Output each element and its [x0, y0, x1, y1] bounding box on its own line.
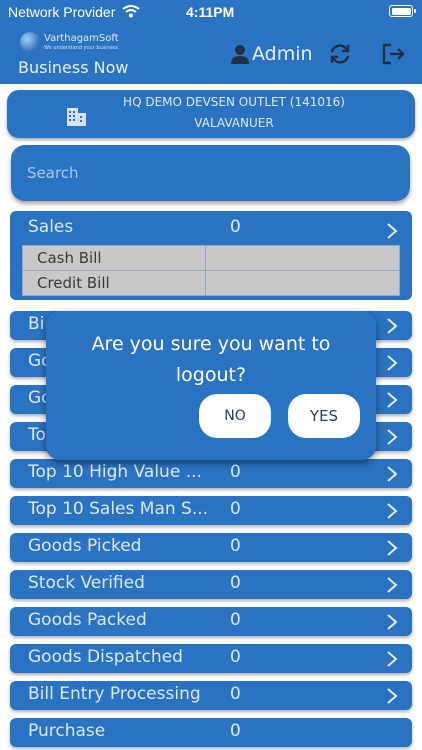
yes-button[interactable]: YES: [288, 394, 360, 438]
outlet-selector[interactable]: HQ DEMO DEVSEN OUTLET (141016) VALAVANUE…: [7, 90, 415, 138]
chevron-right-icon: [387, 540, 398, 556]
outlet-location: VALAVANUER: [194, 116, 274, 130]
battery-icon: [389, 5, 416, 17]
report-count: 0: [230, 721, 241, 741]
no-button[interactable]: NO: [199, 394, 271, 438]
sales-breakdown-table: Cash Bill Credit Bill: [22, 245, 400, 296]
table-cell-label: Credit Bill: [22, 270, 206, 296]
logout-dialog: Are you sure you want to logout? NO YES: [46, 311, 376, 460]
sales-label: Sales: [28, 217, 74, 237]
report-row-goods-picked[interactable]: Goods Picked 0: [10, 533, 412, 562]
chevron-right-icon: [387, 318, 398, 334]
report-row-top-10-sales-man[interactable]: Top 10 Sales Man S... 0: [10, 496, 412, 525]
brand-name: VarthagamSoft: [44, 33, 119, 44]
logout-icon[interactable]: [381, 42, 405, 66]
user-icon: [231, 45, 249, 64]
carrier-name: Network Provider: [8, 4, 116, 20]
report-count: 0: [230, 499, 241, 519]
report-label: Top 10 Sales Man S...: [28, 499, 209, 519]
report-count: 0: [230, 684, 241, 704]
search-input[interactable]: [11, 145, 410, 201]
report-count: 0: [230, 462, 241, 482]
report-count: 0: [230, 610, 241, 630]
sales-count: 0: [230, 217, 241, 237]
table-cell-value: [205, 245, 400, 271]
sales-card[interactable]: Sales 0 Cash Bill Credit Bill: [10, 211, 412, 300]
report-count: 0: [230, 573, 241, 593]
report-count: 0: [230, 647, 241, 667]
report-label: Goods Packed: [28, 610, 147, 630]
chevron-right-icon: [387, 503, 398, 519]
report-row-goods-dispatched[interactable]: Goods Dispatched 0: [10, 644, 412, 673]
chevron-right-icon: [387, 223, 398, 239]
wifi-icon: [122, 5, 140, 18]
chevron-right-icon: [387, 466, 398, 482]
brand-tagline: We understand your business: [44, 45, 119, 51]
report-row-top-10-high-value[interactable]: Top 10 High Value ... 0: [10, 459, 412, 488]
chevron-right-icon: [387, 651, 398, 667]
table-cell-label: Cash Bill: [22, 245, 206, 271]
clock: 4:11PM: [186, 4, 235, 20]
chevron-right-icon: [387, 688, 398, 704]
outlet-name: HQ DEMO DEVSEN OUTLET (141016): [123, 95, 345, 109]
user-name: Admin: [252, 43, 313, 65]
table-row[interactable]: Credit Bill: [22, 270, 400, 296]
report-row-goods-packed[interactable]: Goods Packed 0: [10, 607, 412, 636]
report-row-bill-entry-processing[interactable]: Bill Entry Processing 0: [10, 681, 412, 710]
report-label: Bill Entry Processing: [28, 684, 201, 704]
report-label: Stock Verified: [28, 573, 145, 593]
report-label: Purchase: [28, 721, 106, 741]
dialog-message: Are you sure you want to logout?: [91, 333, 331, 386]
report-label: Top 10 High Value ...: [28, 462, 202, 482]
sync-icon[interactable]: [328, 43, 352, 65]
report-label: Goods Picked: [28, 536, 142, 556]
report-label: Goods Dispatched: [28, 647, 183, 667]
brand-logo: [20, 32, 40, 52]
chevron-right-icon: [387, 614, 398, 630]
app-header: VarthagamSoft We understand your busines…: [0, 26, 422, 84]
report-row-purchase[interactable]: Purchase 0: [10, 718, 412, 747]
chevron-right-icon: [387, 429, 398, 445]
chevron-right-icon: [387, 392, 398, 408]
report-row-stock-verified[interactable]: Stock Verified 0: [10, 570, 412, 599]
chevron-right-icon: [387, 577, 398, 593]
table-row[interactable]: Cash Bill: [22, 245, 400, 271]
app-title: Business Now: [18, 58, 129, 77]
status-bar: Network Provider 4:11PM: [0, 0, 422, 26]
report-count: 0: [230, 536, 241, 556]
chevron-right-icon: [387, 355, 398, 371]
table-cell-value: [205, 270, 400, 296]
